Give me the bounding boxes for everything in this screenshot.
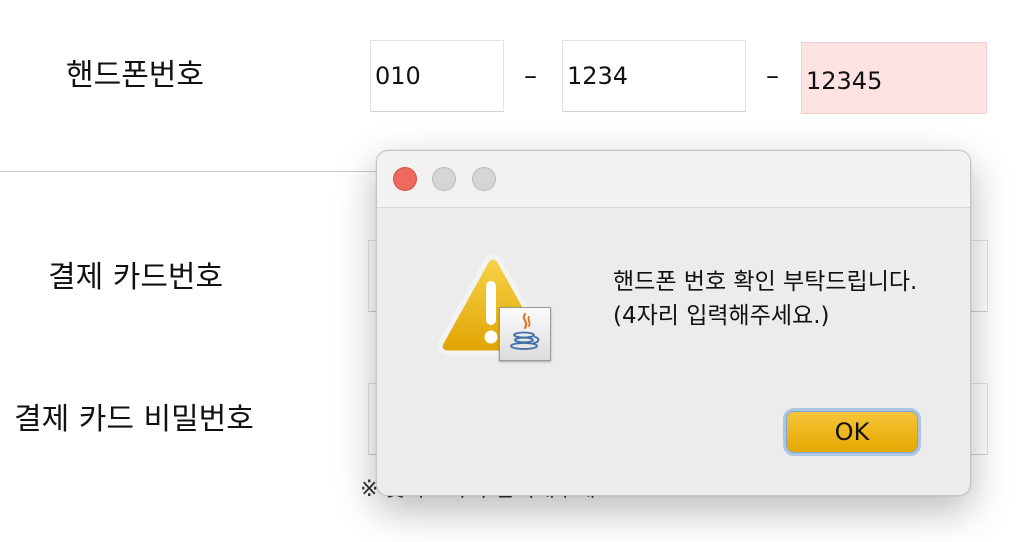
card-password-label: 결제 카드 비밀번호 <box>14 402 254 437</box>
phone-dash-2: – <box>766 61 779 91</box>
phone-dash-1: – <box>524 61 537 91</box>
warning-icon <box>433 251 553 369</box>
zoom-window-button[interactable] <box>472 167 496 191</box>
java-icon <box>499 307 551 361</box>
dialog-message-line2: (4자리 입력해주세요.) <box>613 303 830 329</box>
ok-button[interactable]: OK <box>786 411 918 453</box>
phone-part2-input[interactable]: 1234 <box>562 40 746 112</box>
phone-label: 핸드폰번호 <box>66 58 204 93</box>
section-divider <box>0 171 376 172</box>
card-number-label: 결제 카드번호 <box>48 260 224 295</box>
dialog-message-line1: 핸드폰 번호 확인 부탁드립니다. <box>613 269 918 295</box>
phone-part1-input[interactable]: 010 <box>370 40 504 112</box>
alert-dialog: 핸드폰 번호 확인 부탁드립니다. (4자리 입력해주세요.) OK <box>376 150 971 496</box>
minimize-window-button[interactable] <box>432 167 456 191</box>
close-window-button[interactable] <box>393 167 417 191</box>
dialog-message: 핸드폰 번호 확인 부탁드립니다. (4자리 입력해주세요.) <box>613 265 917 333</box>
phone-part3-input[interactable]: 12345 <box>801 42 987 114</box>
dialog-titlebar[interactable] <box>377 151 970 208</box>
